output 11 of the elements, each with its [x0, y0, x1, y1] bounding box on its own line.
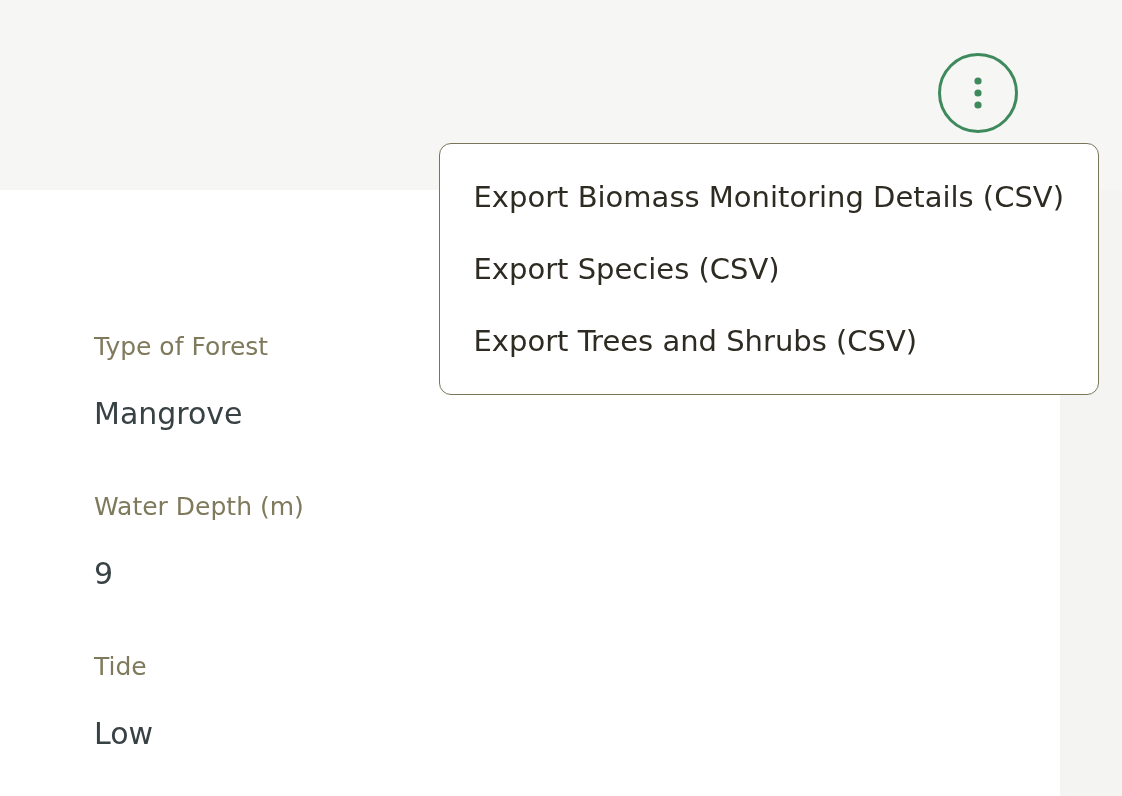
menu-item[interactable]: Export Biomass Monitoring Details (CSV)	[439, 161, 1098, 233]
more-icon	[974, 77, 982, 109]
field-label: Type of Forest	[94, 331, 269, 363]
field-value: Low	[94, 715, 154, 753]
field-value: Mangrove	[94, 395, 243, 433]
field-label: Tide	[94, 651, 147, 683]
menu-item[interactable]: Export Trees and Shrubs (CSV)	[439, 305, 1098, 377]
more-options-button[interactable]	[938, 53, 1018, 133]
menu-item[interactable]: Export Species (CSV)	[439, 233, 1098, 305]
field-label: Water Depth (m)	[94, 491, 304, 523]
field-value: 9	[94, 555, 114, 593]
